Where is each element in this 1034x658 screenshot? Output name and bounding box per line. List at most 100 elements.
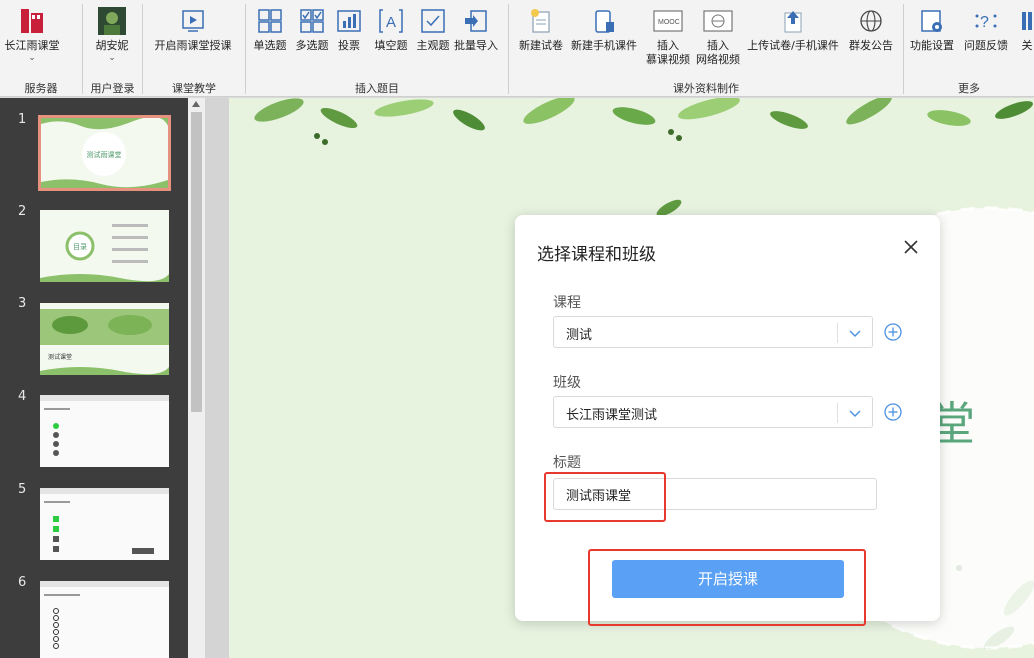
group-label-more: 更多 — [958, 82, 980, 95]
new-exam-label: 新建试卷 — [519, 39, 563, 52]
broadcast-label: 群发公告 — [849, 39, 893, 52]
class-label: 班级 — [553, 375, 581, 391]
slide-number: 2 — [18, 204, 27, 219]
class-select[interactable]: 长江雨课堂测试 — [553, 396, 873, 428]
about-button[interactable]: 关 — [1016, 6, 1034, 74]
feedback-button[interactable]: ? 问题反馈 — [960, 6, 1012, 74]
class-value: 长江雨课堂测试 — [566, 408, 658, 423]
slide-number: 4 — [18, 389, 27, 404]
start-class-icon — [178, 6, 208, 36]
title-label: 标题 — [553, 455, 581, 471]
settings-label: 功能设置 — [910, 39, 954, 52]
about-label: 关 — [1021, 39, 1033, 52]
broadcast-button[interactable]: 群发公告 — [845, 6, 897, 74]
new-mobile-courseware-button[interactable]: 新建手机课件 — [568, 6, 640, 74]
slide-thumb-text: 测试雨课堂 — [87, 150, 122, 159]
scroll-up-icon[interactable] — [192, 101, 200, 107]
app-logo-icon — [17, 6, 47, 36]
slide-thumbnail-3[interactable]: 测试课堂 — [40, 303, 169, 375]
user-login-button[interactable]: 胡安妮 ⌄ — [86, 6, 138, 74]
vote-button[interactable]: 投票 — [334, 6, 364, 74]
yuketang-app-button[interactable]: 长江雨课堂 ⌄ — [4, 6, 60, 74]
user-avatar-icon — [97, 6, 127, 36]
feedback-icon: ? — [971, 6, 1001, 36]
chevron-down-icon[interactable] — [846, 405, 864, 421]
fill-blank-icon: A — [376, 6, 406, 36]
broadcast-icon — [856, 6, 886, 36]
start-class-label: 开启雨课堂授课 — [154, 39, 232, 52]
batch-import-button[interactable]: 批量导入 — [452, 6, 500, 74]
single-choice-icon — [255, 6, 285, 36]
slide-thumbnail-panel: 1 测试雨课堂 2 目录 3 测试课堂 4 5 6 — [0, 98, 205, 658]
insert-mooc-label: 插入 — [657, 39, 679, 52]
svg-text:MOOC: MOOC — [658, 19, 680, 26]
fill-blank-button[interactable]: A 填空题 — [371, 6, 411, 74]
start-class-button[interactable]: 开启雨课堂授课 — [148, 6, 238, 74]
slide-preview: 测试课堂 — [40, 303, 169, 375]
web-video-label: 网络视频 — [696, 53, 740, 66]
slide-thumbnail-4[interactable] — [40, 395, 169, 467]
group-label-teaching: 课堂教学 — [172, 82, 216, 95]
highlight-box-start — [588, 549, 866, 626]
add-class-icon[interactable] — [883, 402, 903, 422]
fill-blank-label: 填空题 — [374, 39, 408, 52]
slide-preview — [40, 488, 169, 560]
ribbon-toolbar: 长江雨课堂 ⌄ 胡安妮 ⌄ 开启雨课堂授课 单选题 多选题 投票 A 填空题 主… — [0, 0, 1034, 97]
subjective-button[interactable]: 主观题 — [413, 6, 453, 74]
slide-number: 3 — [18, 296, 27, 311]
svg-text:A: A — [386, 14, 396, 31]
slide-thumbnail-5[interactable] — [40, 488, 169, 560]
divider — [837, 403, 838, 423]
slide-thumbnail-2[interactable]: 目录 — [40, 210, 169, 282]
new-exam-icon — [526, 6, 556, 36]
thumbnail-scrollbar[interactable] — [188, 98, 205, 658]
batch-import-icon — [461, 6, 491, 36]
course-value: 测试 — [566, 328, 593, 343]
course-label: 课程 — [553, 295, 581, 311]
slide-preview: 测试雨课堂 — [41, 118, 168, 188]
upload-label: 上传试卷/手机课件 — [747, 39, 839, 52]
chevron-down-icon: ⌄ — [108, 53, 116, 63]
insert-web-video-button[interactable]: 插入 网络视频 — [694, 6, 742, 74]
dialog-title: 选择课程和班级 — [537, 245, 656, 265]
chevron-down-icon[interactable] — [846, 325, 864, 341]
web-video-icon — [703, 6, 733, 36]
close-icon[interactable] — [899, 235, 923, 259]
new-mobile-courseware-icon — [589, 6, 619, 36]
mooc-video-icon: MOOC — [653, 6, 683, 36]
group-label-insert-questions: 插入题目 — [355, 82, 399, 95]
slide-number: 5 — [18, 482, 27, 497]
batch-import-label: 批量导入 — [454, 39, 498, 52]
add-course-icon[interactable] — [883, 322, 903, 342]
new-exam-button[interactable]: 新建试卷 — [516, 6, 566, 74]
single-choice-label: 单选题 — [253, 39, 287, 52]
about-icon — [1012, 6, 1034, 36]
upload-exam-courseware-button[interactable]: 上传试卷/手机课件 — [745, 6, 841, 74]
course-select[interactable]: 测试 — [553, 316, 873, 348]
slide-thumb-text: 目录 — [73, 243, 87, 251]
upload-icon — [778, 6, 808, 36]
divider — [837, 323, 838, 343]
app-label: 长江雨课堂 — [4, 39, 60, 52]
vote-icon — [334, 6, 364, 36]
group-label-extra-materials: 课外资料制作 — [673, 82, 739, 95]
subjective-icon — [418, 6, 448, 36]
slide-thumbnail-1[interactable]: 测试雨课堂 — [38, 115, 171, 191]
multi-choice-label: 多选题 — [295, 39, 329, 52]
chevron-down-icon: ⌄ — [28, 53, 36, 63]
group-label-login: 用户登录 — [90, 82, 135, 95]
scrollbar-thumb[interactable] — [191, 112, 202, 412]
multi-choice-icon — [297, 6, 327, 36]
single-choice-button[interactable]: 单选题 — [250, 6, 290, 74]
multi-choice-button[interactable]: 多选题 — [292, 6, 332, 74]
slide-preview: 目录 — [40, 210, 169, 282]
subjective-label: 主观题 — [416, 39, 450, 52]
slide-number: 1 — [18, 112, 27, 127]
insert-mooc-video-button[interactable]: MOOC 插入 慕课视频 — [642, 6, 694, 74]
slide-preview — [40, 581, 169, 658]
vote-label: 投票 — [338, 39, 360, 52]
slide-thumbnail-6[interactable] — [40, 581, 169, 658]
settings-button[interactable]: 功能设置 — [906, 6, 958, 74]
slide-number: 6 — [18, 575, 27, 590]
new-mobile-courseware-label: 新建手机课件 — [571, 39, 637, 52]
